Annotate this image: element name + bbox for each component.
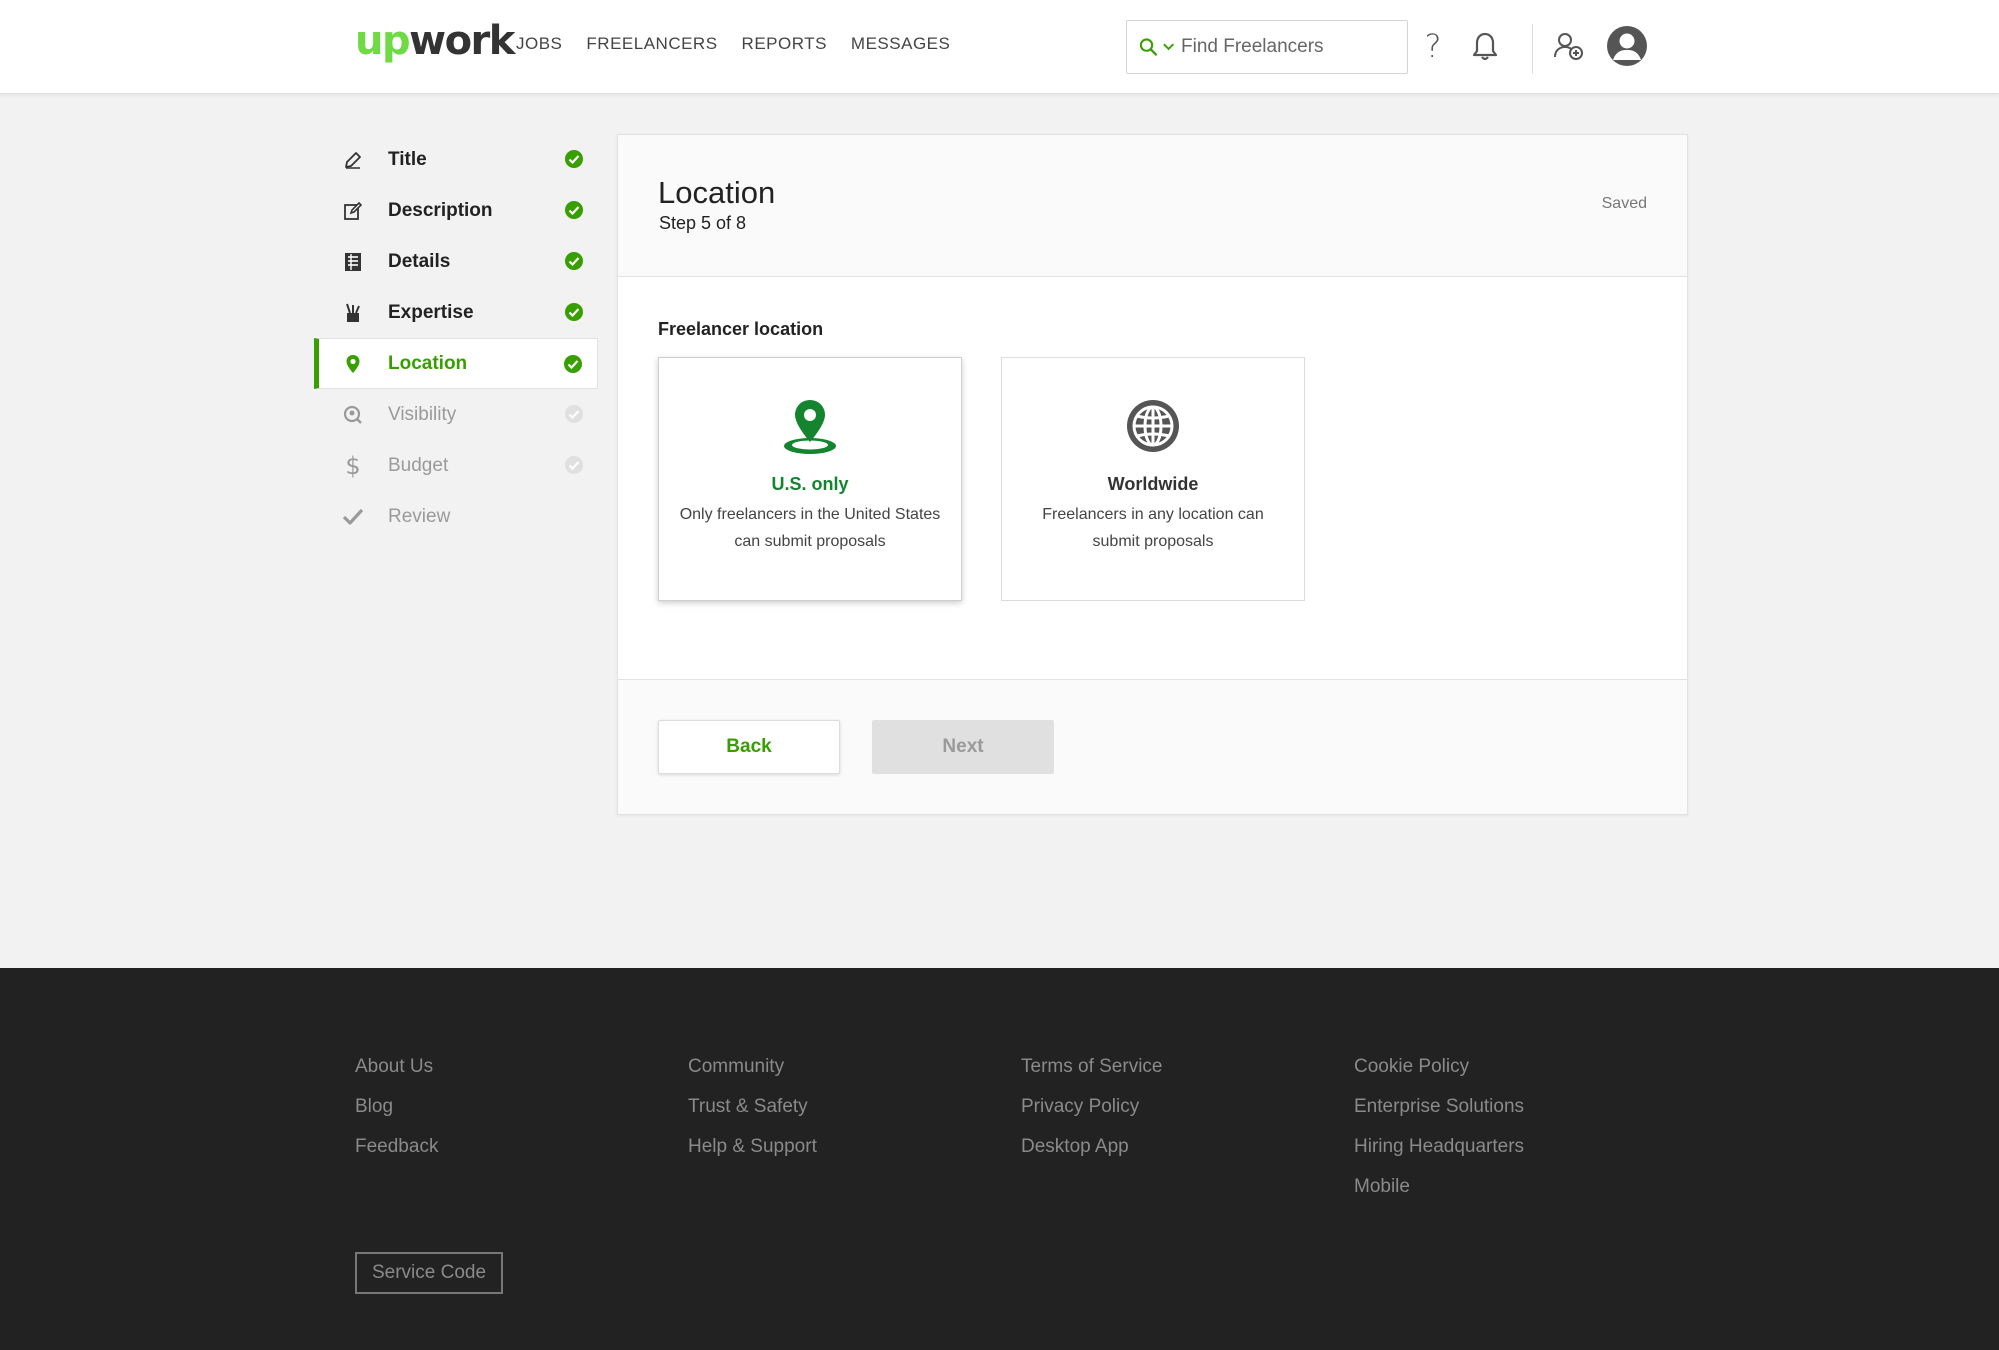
sidebar-item-expertise[interactable]: Expertise <box>314 287 598 338</box>
footer-link-cookie-policy[interactable]: Cookie Policy <box>1354 1056 1524 1080</box>
sidebar-item-label: Expertise <box>388 301 474 323</box>
footer-column-4: Cookie Policy Enterprise Solutions Hirin… <box>1354 1056 1524 1200</box>
nav-freelancers[interactable]: FREELANCERS <box>586 34 717 54</box>
sidebar-item-description[interactable]: Description <box>314 185 598 236</box>
location-step-card: Location Step 5 of 8 Saved Freelancer lo… <box>617 134 1688 815</box>
sidebar-item-visibility[interactable]: Visibility <box>314 389 598 440</box>
footer-link-hiring-hq[interactable]: Hiring Headquarters <box>1354 1136 1524 1160</box>
site-footer: About Us Blog Feedback Community Trust &… <box>0 968 1999 1350</box>
checkmark-icon <box>342 506 364 528</box>
check-circle-icon <box>565 201 583 219</box>
step-indicator: Step 5 of 8 <box>659 213 747 233</box>
sidebar-item-label: Budget <box>388 454 449 476</box>
bell-icon[interactable] <box>1465 26 1505 66</box>
sidebar-item-label: Location <box>388 352 468 374</box>
option-title: U.S. only <box>771 474 849 494</box>
sidebar-item-label: Description <box>388 199 493 221</box>
page-title: Location <box>658 175 776 210</box>
check-circle-icon <box>565 405 583 423</box>
footer-column-2: Community Trust & Safety Help & Support <box>688 1056 817 1160</box>
sidebar-item-budget[interactable]: $ Budget <box>314 440 598 491</box>
nav-messages[interactable]: MESSAGES <box>851 34 950 54</box>
location-pin-icon <box>780 396 840 456</box>
footer-link-terms[interactable]: Terms of Service <box>1021 1056 1162 1080</box>
check-circle-icon <box>565 456 583 474</box>
sidebar-item-label: Visibility <box>388 403 457 425</box>
sidebar-item-label: Title <box>388 148 427 170</box>
search-box <box>1126 20 1408 74</box>
footer-link-mobile[interactable]: Mobile <box>1354 1176 1524 1200</box>
upwork-logo[interactable]: up work <box>355 18 515 68</box>
top-navigation-bar: up work JOBS FREELANCERS REPORTS MESSAGES… <box>0 0 1999 94</box>
footer-column-3: Terms of Service Privacy Policy Desktop … <box>1021 1056 1162 1160</box>
option-worldwide[interactable]: Worldwide Freelancers in any location ca… <box>1001 357 1305 601</box>
sidebar-item-review[interactable]: Review <box>314 491 598 542</box>
footer-link-about-us[interactable]: About Us <box>355 1056 438 1080</box>
globe-icon <box>1123 396 1183 456</box>
location-pin-icon <box>342 353 364 375</box>
footer-link-feedback[interactable]: Feedback <box>355 1136 438 1160</box>
check-circle-icon <box>565 150 583 168</box>
back-button[interactable]: Back <box>658 720 840 774</box>
footer-link-blog[interactable]: Blog <box>355 1096 438 1120</box>
sidebar-item-title[interactable]: Title <box>314 134 598 185</box>
pencil-icon <box>342 149 364 171</box>
card-body: Freelancer location U.S. only Only freel… <box>618 277 1687 680</box>
card-header: Location Step 5 of 8 Saved <box>618 135 1687 277</box>
tools-icon <box>342 302 364 324</box>
search-type-dropdown[interactable] <box>1139 36 1175 58</box>
help-icon[interactable]: ? <box>1413 26 1453 66</box>
nav-reports[interactable]: REPORTS <box>742 34 827 54</box>
footer-link-privacy[interactable]: Privacy Policy <box>1021 1096 1162 1120</box>
footer-link-community[interactable]: Community <box>688 1056 817 1080</box>
check-circle-icon <box>565 303 583 321</box>
option-description: Only freelancers in the United States ca… <box>679 506 941 550</box>
visibility-icon <box>342 404 364 426</box>
sidebar-item-location[interactable]: Location <box>314 338 598 389</box>
edit-icon <box>342 200 364 222</box>
saved-status: Saved <box>1601 195 1647 212</box>
footer-link-trust-safety[interactable]: Trust & Safety <box>688 1096 817 1120</box>
main-nav: JOBS FREELANCERS REPORTS MESSAGES <box>516 34 950 54</box>
footer-column-1: About Us Blog Feedback <box>355 1056 438 1160</box>
avatar-icon[interactable] <box>1605 24 1649 68</box>
header-divider <box>1532 24 1533 74</box>
job-post-steps-sidebar: Title Description Details Expertise Loca… <box>314 134 598 542</box>
footer-link-help-support[interactable]: Help & Support <box>688 1136 817 1160</box>
nav-jobs[interactable]: JOBS <box>516 34 562 54</box>
footer-link-desktop-app[interactable]: Desktop App <box>1021 1136 1162 1160</box>
service-code-button[interactable]: Service Code <box>355 1252 503 1294</box>
sidebar-item-details[interactable]: Details <box>314 236 598 287</box>
chevron-down-icon <box>1163 43 1174 51</box>
next-button[interactable]: Next <box>872 720 1054 774</box>
search-input[interactable] <box>1181 36 1391 58</box>
check-circle-icon <box>565 252 583 270</box>
list-icon <box>342 251 364 273</box>
option-title: Worldwide <box>1107 474 1199 494</box>
check-circle-icon <box>564 355 582 373</box>
card-footer: Back Next <box>618 680 1687 814</box>
footer-link-enterprise[interactable]: Enterprise Solutions <box>1354 1096 1524 1120</box>
dollar-icon: $ <box>345 451 361 480</box>
option-description: Freelancers in any location can submit p… <box>1042 506 1264 550</box>
add-user-icon[interactable] <box>1549 26 1589 66</box>
freelancer-location-label: Freelancer location <box>658 319 824 339</box>
sidebar-item-label: Review <box>388 505 451 527</box>
sidebar-item-label: Details <box>388 250 451 272</box>
option-us-only[interactable]: U.S. only Only freelancers in the United… <box>658 357 962 601</box>
search-icon <box>1139 38 1158 56</box>
